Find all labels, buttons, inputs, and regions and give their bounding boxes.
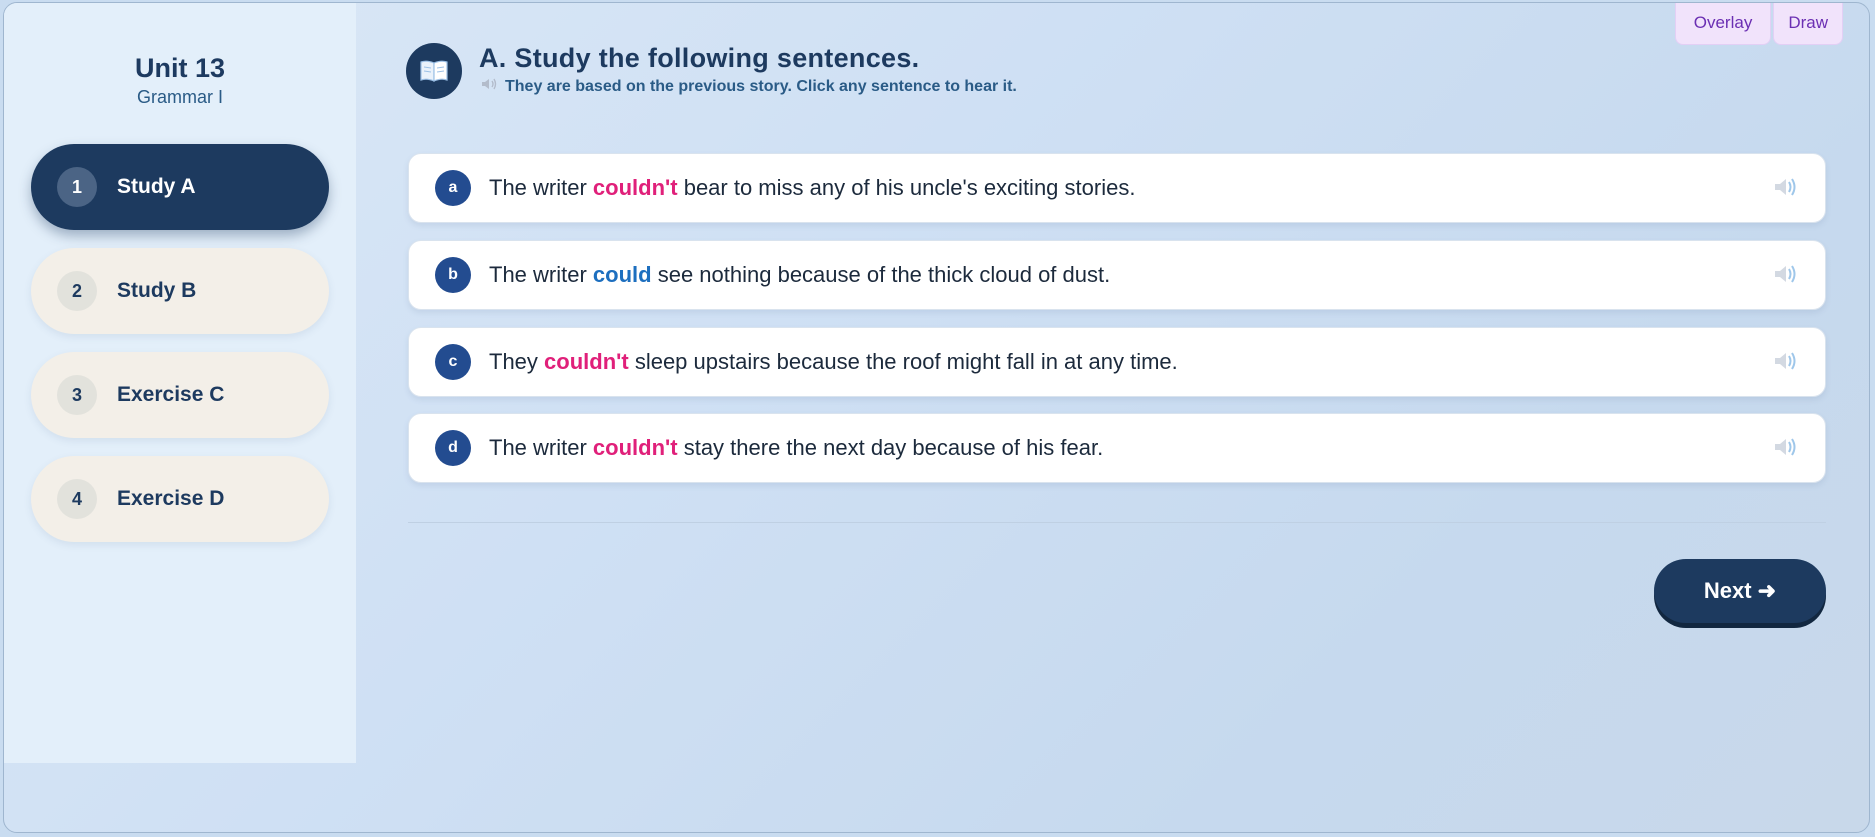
sidebar-item-exercise-d[interactable]: 4 Exercise D: [31, 456, 329, 542]
sidebar-item-study-a[interactable]: 1 Study A: [31, 144, 329, 230]
sentence-letter: b: [435, 257, 471, 293]
sentence-text: The writer could see nothing because of …: [489, 262, 1111, 287]
sidebar-item-label: Study A: [117, 175, 196, 198]
unit-subtitle: Grammar I: [136, 87, 223, 107]
sidebar-item-study-b[interactable]: 2 Study B: [31, 248, 329, 334]
sidebar: Unit 13 Grammar I 1 Study A 2 Study B 3 …: [4, 3, 356, 763]
sidebar-item-number: 4: [57, 479, 97, 519]
speaker-icon[interactable]: [1773, 436, 1799, 463]
unit-title: Unit 13: [134, 53, 226, 83]
speaker-icon: [481, 77, 499, 96]
highlight-word: couldn't: [592, 175, 678, 200]
sidebar-item-label: Exercise D: [117, 487, 225, 510]
sidebar-item-number: 2: [57, 271, 97, 311]
book-icon: [406, 43, 462, 99]
page-subtitle: They are based on the previous story. Cl…: [481, 77, 1017, 96]
divider: [408, 522, 1826, 523]
sentence-text: They couldn't sleep upstairs because the…: [489, 349, 1178, 374]
next-button[interactable]: Next ➜: [1654, 559, 1826, 623]
sentence-letter: c: [435, 344, 471, 380]
sentence-card-d[interactable]: d The writer couldn't stay there the nex…: [408, 413, 1826, 483]
highlight-word: couldn't: [592, 435, 678, 460]
sentence-letter: d: [435, 430, 471, 466]
sidebar-item-number: 1: [57, 167, 97, 207]
highlight-word: could: [592, 262, 652, 287]
page-title: A. Study the following sentences.: [479, 43, 920, 73]
subtitle-text: They are based on the previous story. Cl…: [505, 77, 1017, 95]
overlay-button[interactable]: Overlay: [1674, 3, 1772, 45]
sentence-letter: a: [435, 170, 471, 206]
speaker-icon[interactable]: [1773, 176, 1799, 203]
sentence-text: The writer couldn't stay there the next …: [489, 435, 1104, 460]
sentence-card-b[interactable]: b The writer could see nothing because o…: [408, 240, 1826, 310]
app-frame: Overlay Draw Unit 13 Grammar I 1 Study A…: [3, 2, 1870, 833]
sidebar-item-label: Exercise C: [117, 383, 225, 406]
highlight-word: couldn't: [544, 349, 629, 374]
speaker-icon[interactable]: [1773, 263, 1799, 290]
speaker-icon[interactable]: [1773, 350, 1799, 377]
sidebar-item-label: Study B: [117, 279, 197, 302]
sentence-card-c[interactable]: c They couldn't sleep upstairs because t…: [408, 327, 1826, 397]
top-toolbar: Overlay Draw: [1674, 3, 1843, 45]
sentence-card-a[interactable]: a The writer couldn't bear to miss any o…: [408, 153, 1826, 223]
sidebar-item-exercise-c[interactable]: 3 Exercise C: [31, 352, 329, 438]
draw-button[interactable]: Draw: [1773, 3, 1843, 45]
sentence-text: The writer couldn't bear to miss any of …: [489, 175, 1136, 200]
sidebar-item-number: 3: [57, 375, 97, 415]
